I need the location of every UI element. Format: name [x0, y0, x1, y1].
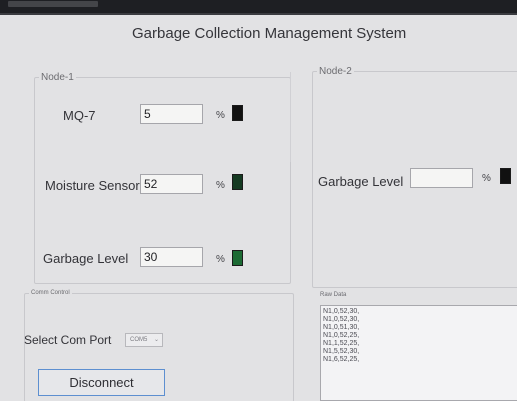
group-divider — [290, 72, 291, 162]
moisture-percent: % — [216, 180, 225, 191]
com-port-value: COM5 — [130, 337, 148, 343]
mq7-indicator — [232, 105, 243, 121]
garbage-level-indicator — [232, 250, 243, 266]
mq7-field[interactable] — [140, 104, 203, 124]
comm-control-legend: Comm Control — [31, 290, 70, 296]
node2-garbage-level-indicator — [500, 168, 511, 184]
garbage-level-percent: % — [216, 254, 225, 265]
garbage-level-field[interactable] — [140, 247, 203, 267]
disconnect-button[interactable]: Disconnect — [38, 369, 165, 396]
raw-data-line: N1,0,52,25, — [323, 332, 360, 339]
node2-garbage-level-label: Garbage Level — [318, 174, 404, 189]
mq7-label: MQ-7 — [63, 108, 96, 123]
raw-data-legend: Raw Data — [320, 292, 347, 298]
com-port-dropdown[interactable]: COM5 ⌄ — [125, 333, 163, 347]
raw-data-line: N1,0,52,30, — [323, 316, 360, 323]
window-titlebar — [0, 0, 517, 15]
node2-garbage-level-field[interactable] — [410, 168, 473, 188]
raw-data-line: N1,1,52,25, — [323, 340, 360, 347]
app-window: Garbage Collection Management System Nod… — [0, 0, 517, 401]
mq7-percent: % — [216, 110, 225, 121]
moisture-indicator — [232, 174, 243, 190]
node1-legend: Node-1 — [41, 72, 74, 83]
raw-data-line: N1,0,52,30, — [323, 308, 360, 315]
select-com-port-label: Select Com Port — [24, 333, 112, 347]
moisture-label: Moisture Sensor — [45, 178, 140, 193]
raw-data-line: N1,6,52,25, — [323, 356, 360, 363]
raw-data-line: N1,0,51,30, — [323, 324, 360, 331]
moisture-field[interactable] — [140, 174, 203, 194]
raw-data-line: N1,5,52,30, — [323, 348, 360, 355]
raw-data-textarea[interactable]: N1,0,52,30, N1,0,52,30, N1,0,51,30, N1,0,52… — [320, 305, 517, 401]
node2-garbage-level-percent: % — [482, 173, 491, 184]
node2-legend: Node-2 — [319, 66, 352, 77]
garbage-level-label: Garbage Level — [43, 251, 129, 266]
chevron-down-icon: ⌄ — [153, 337, 159, 343]
window-title-blur — [8, 1, 98, 7]
app-title: Garbage Collection Management System — [132, 25, 407, 42]
